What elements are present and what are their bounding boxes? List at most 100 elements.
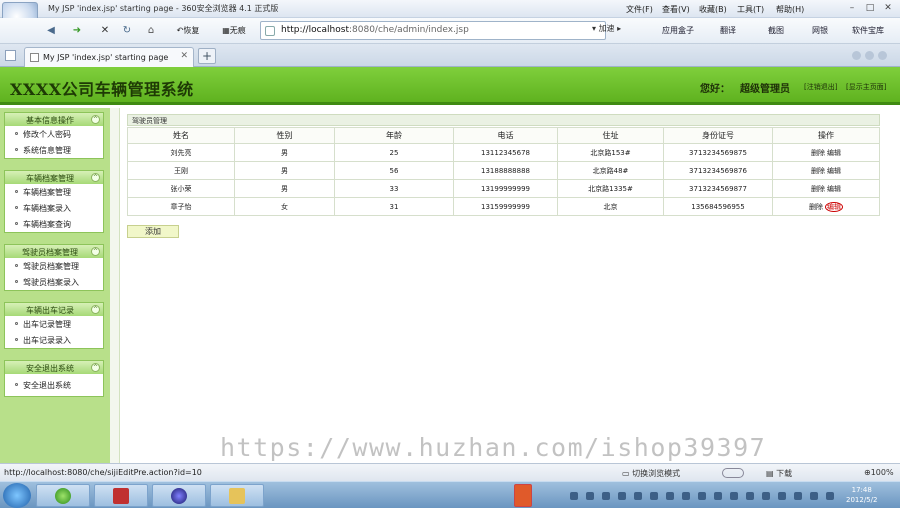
forward-icon[interactable]: ➜ <box>70 22 84 39</box>
nav-item-driver-entry[interactable]: 驾驶员档案录入 <box>5 274 103 290</box>
delete-link[interactable]: 删除 <box>809 203 823 211</box>
table-row: 章子怡 女 31 13159999999 北京 135684596955 删除编… <box>127 197 880 216</box>
tray-icon[interactable] <box>650 492 658 500</box>
nav-item-record-entry[interactable]: 出车记录录入 <box>5 332 103 348</box>
taskbar-folder-icon[interactable] <box>210 484 264 507</box>
menu-file[interactable]: 文件(F) <box>626 4 653 15</box>
nav-group-header[interactable]: 车辆出车记录 ^ <box>5 303 103 316</box>
nav-group-header[interactable]: 安全退出系统 ^ <box>5 361 103 374</box>
delete-link[interactable]: 删除 <box>811 185 825 193</box>
cell-name: 王刚 <box>127 161 235 180</box>
sidebar-toggle-icon[interactable] <box>5 50 16 61</box>
incognito-button[interactable]: ▦无痕 <box>214 22 254 39</box>
menu-view[interactable]: 查看(V) <box>662 4 690 15</box>
refresh-icon[interactable]: ↻ <box>120 22 134 39</box>
nav-item-driver-manage[interactable]: 驾驶员档案管理 <box>5 258 103 274</box>
tray-icon[interactable] <box>730 492 738 500</box>
nav-item-record-manage[interactable]: 出车记录管理 <box>5 316 103 332</box>
restore-button[interactable]: ↶恢复 <box>168 22 208 39</box>
menu-tools[interactable]: 工具(T) <box>737 4 764 15</box>
tray-icon[interactable] <box>778 492 786 500</box>
navigation-bar: ◀ ➜ ✕ ↻ ⌂ ↶恢复 ▦无痕 http://localhost:8080/… <box>0 18 900 44</box>
page-icon <box>265 26 275 36</box>
zoom-level[interactable]: ⊕100% <box>864 468 894 477</box>
taskbar-ie-icon[interactable] <box>36 484 90 507</box>
toolbar-bank[interactable]: 网银 <box>812 25 828 36</box>
bullet-icon <box>15 206 18 209</box>
nav-group-driver-archive: 驾驶员档案管理 ^ 驾驶员档案管理 驾驶员档案录入 <box>4 244 104 291</box>
tray-icon[interactable] <box>714 492 722 500</box>
bullet-icon <box>15 190 18 193</box>
nav-group-header[interactable]: 基本信息操作 ^ <box>5 113 103 126</box>
nav-group-header[interactable]: 驾驶员档案管理 ^ <box>5 245 103 258</box>
show-home-link[interactable]: [显示主页面] <box>846 82 886 92</box>
nav-group-header[interactable]: 车辆档案管理 ^ <box>5 171 103 184</box>
menu-help[interactable]: 帮助(H) <box>776 4 804 15</box>
tab-list-icon[interactable] <box>852 51 861 60</box>
nav-item-vehicle-manage[interactable]: 车辆档案管理 <box>5 184 103 200</box>
mode-toggle-icon[interactable] <box>722 468 744 478</box>
taskbar-eclipse-icon[interactable] <box>152 484 206 507</box>
tray-icon[interactable] <box>666 492 674 500</box>
nav-group-safe-exit: 安全退出系统 ^ 安全退出系统 <box>4 360 104 397</box>
start-button-icon[interactable] <box>3 483 31 508</box>
add-button[interactable]: 添加 <box>127 225 179 238</box>
close-tab-icon[interactable]: ✕ <box>180 51 188 61</box>
taskbar-app-icon[interactable] <box>94 484 148 507</box>
tab-index-page[interactable]: My JSP 'index.jsp' starting page ✕ <box>24 47 194 67</box>
tray-icon[interactable] <box>698 492 706 500</box>
tray-icon[interactable] <box>794 492 802 500</box>
maximize-icon[interactable]: □ <box>864 3 876 14</box>
logout-link[interactable]: [注销退出] <box>804 82 837 92</box>
accelerate-button[interactable]: ▾ 加速 ▸ <box>592 23 621 34</box>
minimize-icon[interactable]: – <box>846 3 858 14</box>
cell-phone: 13112345678 <box>453 143 558 162</box>
greeting: 您好： <box>700 84 730 95</box>
nav-item-system-info[interactable]: 系统信息管理 <box>5 142 103 158</box>
delete-link[interactable]: 删除 <box>811 149 825 157</box>
switch-mode-button[interactable]: ▭ 切换浏览模式 <box>622 468 680 479</box>
nav-group-dispatch-record: 车辆出车记录 ^ 出车记录管理 出车记录录入 <box>4 302 104 349</box>
close-window-icon[interactable]: ✕ <box>882 3 894 14</box>
toolbar-screenshot[interactable]: 截图 <box>768 25 784 36</box>
delete-link[interactable]: 删除 <box>811 167 825 175</box>
tray-icon[interactable] <box>682 492 690 500</box>
tray-icon[interactable] <box>810 492 818 500</box>
nav-item-vehicle-query[interactable]: 车辆档案查询 <box>5 216 103 232</box>
nav-item-vehicle-entry[interactable]: 车辆档案录入 <box>5 200 103 216</box>
edit-link[interactable]: 编辑 <box>827 149 841 157</box>
clock[interactable]: 17:48 2012/5/2 <box>846 485 877 505</box>
tray-icon[interactable] <box>586 492 594 500</box>
tray-icon[interactable] <box>762 492 770 500</box>
new-tab-button[interactable]: + <box>198 48 216 64</box>
tray-icon[interactable] <box>746 492 754 500</box>
tray-icon[interactable] <box>570 492 578 500</box>
nav-item-change-password[interactable]: 修改个人密码 <box>5 126 103 142</box>
stop-icon[interactable]: ✕ <box>98 22 112 39</box>
cell-id-number: 3713234569877 <box>663 179 773 198</box>
tray-icon[interactable] <box>618 492 626 500</box>
address-bar[interactable]: http://localhost:8080/che/admin/index.js… <box>260 21 606 40</box>
tray-icon[interactable] <box>634 492 642 500</box>
tray-icon[interactable] <box>602 492 610 500</box>
edit-link[interactable]: 编辑 <box>827 167 841 175</box>
table-caption: 驾驶员管理 <box>127 114 880 126</box>
toolbar-app-box[interactable]: 应用盒子 <box>662 25 694 36</box>
page-header: XXXX公司车辆管理系统 您好： 超级管理员 [注销退出] [显示主页面] <box>0 67 900 105</box>
download-button[interactable]: ▤ 下载 <box>766 468 792 479</box>
edit-link[interactable]: 编辑 <box>825 201 843 212</box>
back-icon[interactable]: ◀ <box>44 22 58 39</box>
tray-icon[interactable] <box>826 492 834 500</box>
pane-splitter[interactable] <box>110 108 120 463</box>
menu-favorites[interactable]: 收藏(B) <box>699 4 727 15</box>
nav-item-safe-exit[interactable]: 安全退出系统 <box>5 374 103 396</box>
taskbar-ime-icon[interactable] <box>514 484 532 507</box>
toolbar-translate[interactable]: 翻译 <box>720 25 736 36</box>
tab-next-icon[interactable] <box>878 51 887 60</box>
cell-age: 33 <box>334 179 454 198</box>
cell-name: 张小荣 <box>127 179 235 198</box>
home-icon[interactable]: ⌂ <box>144 22 158 39</box>
toolbar-software[interactable]: 软件宝库 <box>852 25 884 36</box>
tab-prev-icon[interactable] <box>865 51 874 60</box>
edit-link[interactable]: 编辑 <box>827 185 841 193</box>
